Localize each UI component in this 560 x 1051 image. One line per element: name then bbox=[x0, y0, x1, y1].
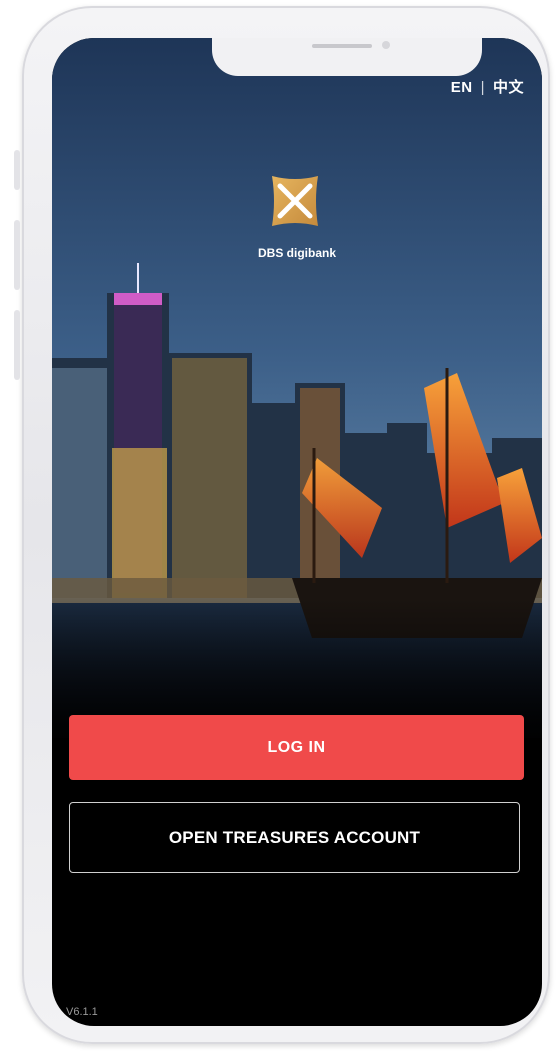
front-camera bbox=[382, 41, 390, 49]
lang-zh-option[interactable]: 中文 bbox=[493, 79, 524, 96]
lang-en-option[interactable]: EN bbox=[451, 79, 473, 96]
phone-side-button bbox=[14, 150, 20, 190]
phone-volume-up-button bbox=[14, 220, 20, 290]
language-switcher: EN | 中文 bbox=[451, 76, 524, 97]
app-screen: EN | 中文 DBS digibank LOG IN OPEN TREASURES… bbox=[52, 38, 542, 1026]
brand-name: DBS digibank bbox=[257, 246, 336, 260]
phone-notch bbox=[212, 38, 482, 76]
speaker-grille bbox=[312, 44, 372, 48]
app-version: V6.1.1 bbox=[66, 1006, 98, 1018]
login-button[interactable]: LOG IN bbox=[69, 715, 524, 780]
lang-separator: | bbox=[480, 79, 485, 96]
dbs-logo-icon bbox=[272, 176, 318, 226]
phone-volume-down-button bbox=[14, 310, 20, 380]
open-treasures-account-button[interactable]: OPEN TREASURES ACCOUNT bbox=[69, 802, 520, 873]
